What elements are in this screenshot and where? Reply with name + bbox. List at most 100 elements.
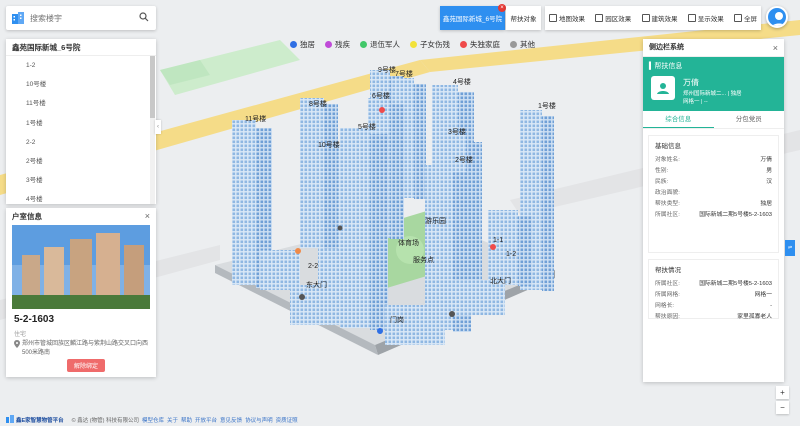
fullscreen-button[interactable]: 全屏 <box>734 13 757 23</box>
close-icon[interactable]: × <box>773 43 778 53</box>
map-icon <box>549 14 557 22</box>
legend-label: 残疾 <box>335 39 350 49</box>
household-address-text: 郑州市管城回族区麟江路与紫荆山路交叉口向西500米路南 <box>22 341 149 356</box>
footer-link[interactable]: 资质证照 <box>276 416 298 424</box>
legend-item[interactable]: 残疾 <box>325 39 350 50</box>
map-label: 7号楼 <box>395 69 413 78</box>
map-label: 服务点 <box>413 255 434 264</box>
legend-item[interactable]: 失独家庭 <box>460 39 500 50</box>
scrollbar-thumb[interactable] <box>150 56 155 118</box>
map-label: 11号楼 <box>245 114 266 123</box>
info-row: 政治面貌: <box>655 188 772 199</box>
footer-copyright: © 鑫达 (物管) 科技有限公司 <box>71 418 139 424</box>
building-list-panel: 鑫苑国际新城_6号院 1-2 10号楼 11号楼 1号楼 2-2 2号楼 3号楼… <box>6 39 156 204</box>
building-list-item[interactable]: 1号楼 <box>6 114 150 133</box>
info-row: 所属网格: 网格一 <box>655 290 772 301</box>
map-label: 1号楼 <box>538 101 556 110</box>
toolbar-label: 建筑效果 <box>651 16 678 23</box>
building-effect-button[interactable]: 建筑效果 <box>641 13 678 23</box>
info-key: 网格长: <box>655 303 675 309</box>
map-label: 9号楼 <box>378 65 396 74</box>
footer-link[interactable]: 开放平台 <box>195 416 217 424</box>
footer: 鑫E家智慧物管平台 © 鑫达 (物管) 科技有限公司 模型仓库 关于 帮助 开放… <box>6 415 298 425</box>
info-value: - <box>770 303 772 309</box>
side-toggle-icon[interactable]: ⇌ <box>785 240 795 256</box>
unbind-button[interactable]: 解除绑定 <box>67 359 105 372</box>
info-row: 帮扶类型: 独居 <box>655 199 772 210</box>
legend-item[interactable]: 退伍军人 <box>360 39 400 50</box>
legend-dot <box>410 40 417 48</box>
user-avatar[interactable] <box>766 6 788 28</box>
household-unit: 5-2-1603 <box>14 314 55 325</box>
legend-item[interactable]: 子女伤残 <box>410 39 450 50</box>
building-list-item[interactable]: 4号楼 <box>6 190 150 204</box>
legend-dot <box>290 40 297 48</box>
household-panel: 户室信息 × 5-2-1603 住宅 郑州市管城回族区麟江路与紫荆山路交叉口向西… <box>6 208 156 377</box>
zoom-out-button[interactable]: − <box>776 401 789 414</box>
close-icon[interactable]: × <box>145 211 150 221</box>
map-label: 4号楼 <box>453 77 471 86</box>
map-label: 3号楼 <box>448 127 466 136</box>
household-title: 户室信息 <box>12 212 42 221</box>
footer-link[interactable]: 关于 <box>167 416 178 424</box>
map-label: 游乐园 <box>425 216 446 225</box>
building-list-item[interactable]: 3号楼 <box>6 171 150 190</box>
toolbar-label: 地图效果 <box>559 16 585 23</box>
info-key: 所属社区: <box>655 212 680 218</box>
building-icon <box>641 14 650 22</box>
help-targets-button[interactable]: 帮扶对象 <box>506 6 541 30</box>
info-key: 所属网格: <box>655 292 680 298</box>
collapse-left-icon[interactable]: ‹ <box>155 120 161 134</box>
legend-dot <box>360 40 367 48</box>
building-8[interactable] <box>300 98 338 249</box>
info-key: 所属社区: <box>655 281 680 287</box>
park-icon <box>595 14 604 22</box>
map-label: 体育场 <box>398 238 419 247</box>
footer-link[interactable]: 意见反馈 <box>220 416 242 424</box>
legend-label: 其他 <box>520 39 535 49</box>
map-label: 1-1 <box>493 237 503 244</box>
tab-party-members[interactable]: 分包党员 <box>714 111 785 128</box>
info-row: 性别: 男 <box>655 166 772 177</box>
info-value: 国际新城二期5号楼5-2-1603 <box>699 281 772 287</box>
building-list-item[interactable]: 11号楼 <box>6 94 150 113</box>
footer-logo-icon <box>6 415 14 425</box>
legend-item[interactable]: 独居 <box>290 39 315 50</box>
search-icon[interactable] <box>136 9 152 25</box>
display-effect-button[interactable]: 显示效果 <box>687 13 724 23</box>
help-status-card: 帮扶情况 所属社区: 国际新城二期5号楼5-2-1603 所属网格: 网格一 网格长… <box>648 259 779 320</box>
active-campus-tab[interactable]: 鑫苑国际新城_6号院 <box>440 6 505 30</box>
side-body: 基础信息 对象姓名: 万倩 性别: 男 民族: 汉 政治面貌: 帮扶类型: 独居 所属社… <box>648 135 779 325</box>
info-value: 家里孤寡老人 <box>737 314 772 320</box>
tab-overview[interactable]: 综合信息 <box>643 111 714 128</box>
map-effect-button[interactable]: 地图效果 <box>549 13 585 23</box>
building-list-item[interactable]: 2-2 <box>6 133 150 152</box>
building-list: 1-2 10号楼 11号楼 1号楼 2-2 2号楼 3号楼 4号楼 <box>6 56 150 204</box>
zoom-in-button[interactable]: + <box>776 386 789 399</box>
info-row: 帮扶原因: 家里孤寡老人 <box>655 312 772 323</box>
legend-item[interactable]: 其他 <box>510 39 535 50</box>
basic-info-card: 基础信息 对象姓名: 万倩 性别: 男 民族: 汉 政治面貌: 帮扶类型: 独居 所属社… <box>648 135 779 253</box>
info-row: 对象姓名: 万倩 <box>655 155 772 166</box>
search-input[interactable] <box>30 6 134 30</box>
park-effect-button[interactable]: 园区效果 <box>595 13 631 23</box>
building-list-item[interactable]: 1-2 <box>6 56 150 75</box>
map-label: 2号楼 <box>455 155 473 164</box>
help-person-name: 万倩 <box>683 78 699 87</box>
legend-label: 退伍军人 <box>370 39 400 49</box>
location-pin-icon <box>14 340 20 358</box>
card-title: 帮扶情况 <box>655 267 681 274</box>
building-list-item[interactable]: 10号楼 <box>6 75 150 94</box>
app-logo-icon <box>6 6 30 30</box>
close-tab-icon[interactable]: × <box>498 4 506 12</box>
map-legend: 独居 残疾 退伍军人 子女伤残 失独家庭 其他 <box>290 39 535 49</box>
building-list-item[interactable]: 2号楼 <box>6 152 150 171</box>
info-key: 对象姓名: <box>655 157 680 163</box>
info-key: 民族: <box>655 179 669 185</box>
footer-link[interactable]: 协议与声明 <box>245 416 273 424</box>
footer-link[interactable]: 模型仓库 <box>142 416 164 424</box>
footer-link[interactable]: 帮助 <box>181 416 192 424</box>
map-label: 10号楼 <box>318 140 340 149</box>
info-key: 性别: <box>655 168 669 174</box>
info-row: 民族: 汉 <box>655 177 772 188</box>
